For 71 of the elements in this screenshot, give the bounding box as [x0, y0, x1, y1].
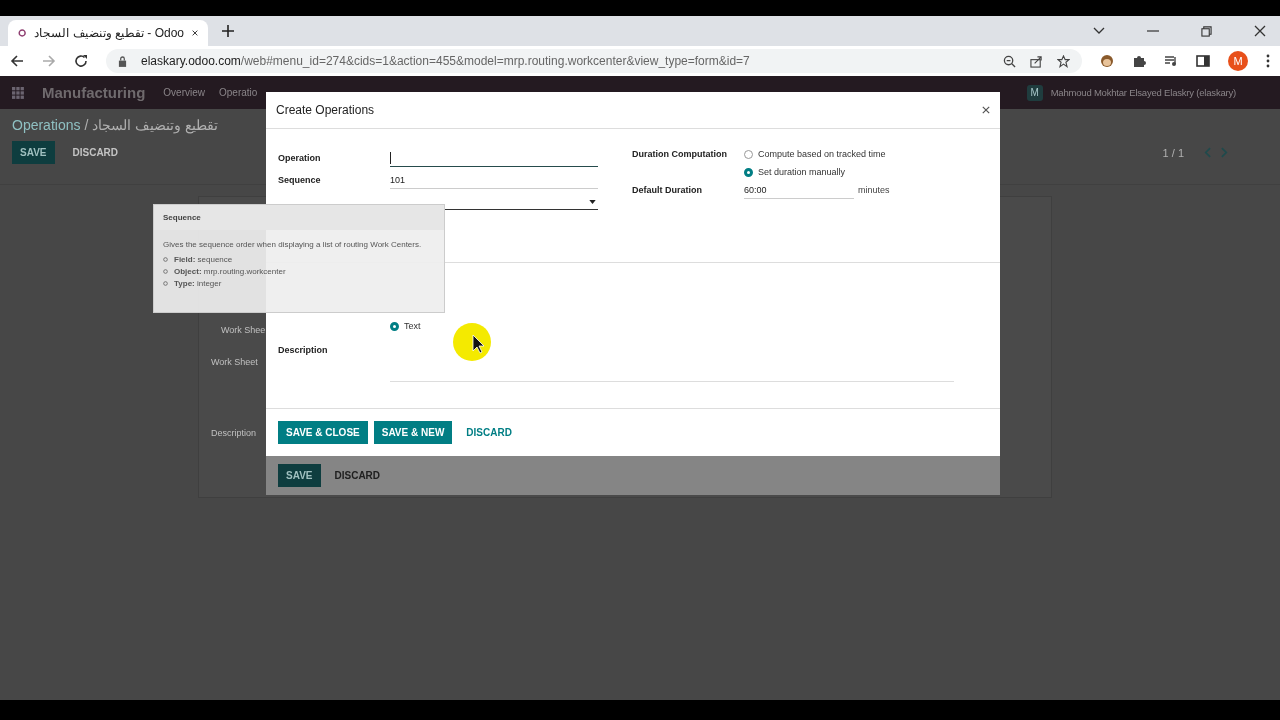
field-label: Work Shee [221, 325, 266, 335]
breadcrumb-current: تقطيع وتنضيف السجاد [92, 117, 219, 133]
close-icon[interactable] [1254, 25, 1266, 37]
caret-icon [589, 199, 596, 204]
field-label: Default Duration [632, 185, 703, 195]
profile-avatar[interactable]: M [1228, 51, 1248, 71]
url-text: elaskary.odoo.com/web#menu_id=274&cids=1&action=455&model=mrp.routing.workcenter&view_type=form&id=7 [141, 54, 750, 68]
lock-icon [118, 55, 127, 67]
favicon-icon [18, 26, 27, 40]
radio-label: Text [404, 321, 421, 331]
field-label: Description [278, 345, 329, 355]
tab-title: تقطيع وتنضيف السجاد - Odoo [34, 26, 185, 40]
breadcrumb-separator: / [84, 117, 89, 133]
monkey-icon[interactable] [1100, 54, 1114, 68]
new-tab-icon[interactable] [222, 25, 234, 37]
radio-label: Set duration manually [758, 167, 846, 177]
dialog-title: Create Operations [276, 103, 375, 117]
pager-text: 1 / 1 [1162, 146, 1184, 159]
share-icon[interactable] [1030, 54, 1043, 68]
chevron-down-icon[interactable] [1093, 27, 1105, 35]
back-icon[interactable] [10, 54, 24, 68]
field-label: Duration Computation [632, 149, 728, 159]
field-label: Work Sheet [211, 357, 258, 367]
menu-item[interactable]: Overview [163, 87, 206, 98]
unit-label: minutes [858, 185, 890, 195]
discard-button[interactable]: DISCARD [326, 464, 389, 487]
address-bar[interactable]: elaskary.odoo.com/web#menu_id=274&cids=1&action=455&model=mrp.routing.workcenter&view_type=form&id=7 [106, 49, 1082, 73]
reload-icon[interactable] [74, 54, 88, 68]
field-value: 60:00 [744, 184, 767, 195]
close-icon[interactable] [982, 106, 990, 114]
discard-button[interactable]: DISCARD [64, 141, 127, 164]
tooltip-item: Field: sequence [174, 255, 233, 264]
zoom-out-icon[interactable] [1003, 54, 1016, 68]
close-icon[interactable] [192, 28, 198, 38]
app-name[interactable]: Manufacturing [42, 84, 146, 101]
browser-tab[interactable]: تقطيع وتنضيف السجاد - Odoo [8, 20, 208, 46]
tooltip-text: Gives the sequence order when displaying a list of routing Work Centers. [163, 240, 423, 249]
user-name[interactable]: Mahmoud Mokhtar Elsayed Elaskry (elaskary) [1050, 87, 1236, 98]
media-icon[interactable] [1164, 54, 1178, 68]
cursor-highlight-drawing [452, 322, 492, 362]
puzzle-icon[interactable] [1132, 54, 1146, 68]
field-value: 101 [390, 174, 406, 185]
radio-option[interactable]: Text [390, 321, 988, 331]
apps-grid-icon[interactable] [12, 86, 24, 99]
discard-button[interactable]: DISCARD [458, 421, 520, 444]
side-panel-icon[interactable] [1196, 54, 1210, 68]
input-field[interactable] [390, 149, 598, 167]
save-button[interactable]: SAVE & CLOSE [278, 421, 368, 444]
restore-icon[interactable] [1201, 25, 1212, 37]
field-label: Operation [278, 153, 322, 163]
bullet-icon [163, 269, 168, 274]
save-button[interactable]: SAVE [12, 141, 55, 164]
menu-item[interactable]: Operatio [219, 87, 258, 98]
tooltip-item: Object: mrp.routing.workcenter [174, 267, 286, 276]
radio-option[interactable]: Set duration manually [744, 167, 886, 177]
save-button[interactable]: SAVE [278, 464, 321, 487]
input-field[interactable]: 60:00 [744, 181, 854, 199]
user-avatar: M [1026, 84, 1043, 101]
more-icon[interactable] [1266, 54, 1270, 68]
field-label: Description [211, 428, 257, 438]
radio-icon[interactable] [390, 321, 399, 331]
input-field[interactable]: 101 [390, 171, 598, 189]
bullet-icon [163, 281, 168, 286]
star-icon[interactable] [1057, 54, 1070, 68]
field-label: Sequence [278, 175, 322, 185]
bullet-icon [163, 257, 168, 262]
save-button[interactable]: SAVE & NEW [373, 421, 453, 444]
radio-icon[interactable] [744, 167, 753, 177]
tooltip-item: Type: integer [174, 279, 222, 288]
tooltip-title: Sequence [163, 213, 201, 222]
breadcrumb-link[interactable]: Operations [12, 117, 81, 133]
